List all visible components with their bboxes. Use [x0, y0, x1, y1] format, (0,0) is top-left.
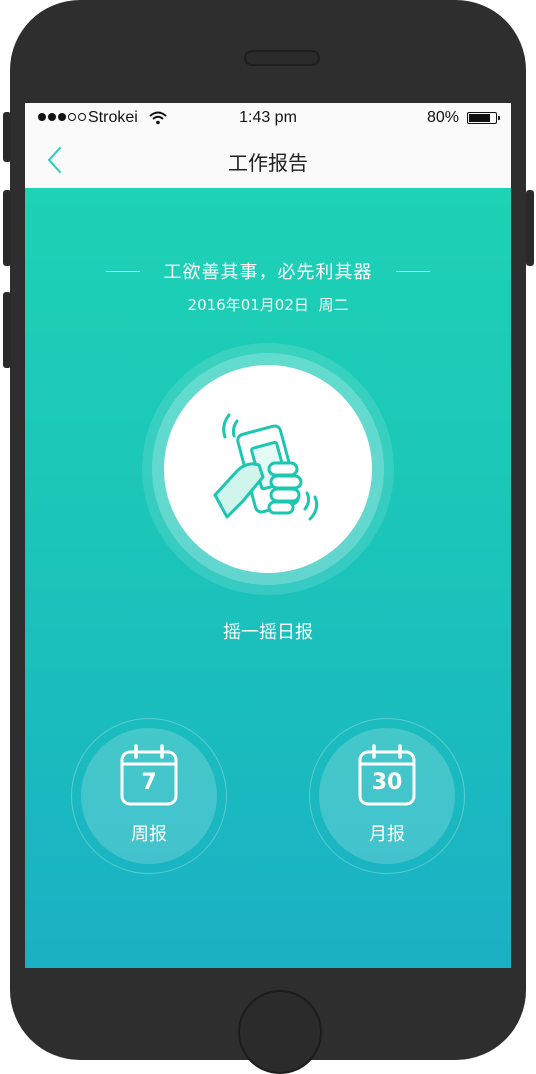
- shake-label: 摇一摇日报: [223, 622, 313, 643]
- navigation-bar: 工作报告: [25, 133, 511, 188]
- weekly-report-label: 周报: [131, 824, 167, 845]
- weekday-text: 周二: [318, 296, 349, 314]
- slogan-left-divider: [106, 271, 140, 272]
- home-button[interactable]: [238, 990, 322, 1074]
- date-display: 2016年01月02日 周二: [25, 294, 511, 315]
- battery-percentage: 80%: [426, 109, 459, 126]
- volume-down-button: [3, 292, 11, 368]
- shake-button[interactable]: [142, 343, 394, 595]
- weekly-report-button[interactable]: 7 周报: [71, 718, 227, 874]
- page-title: 工作报告: [228, 151, 308, 175]
- main-content: 工欲善其事，必先利其器 2016年01月02日 周二 摇一摇日报 7 周报 30…: [25, 188, 511, 968]
- earpiece-speaker: [244, 50, 320, 66]
- slogan-row: 工欲善其事，必先利其器: [25, 258, 511, 284]
- monthly-report-button[interactable]: 30 月报: [309, 718, 465, 874]
- status-bar: Strokei 1:43 pm 80%: [25, 103, 511, 133]
- monthly-report-label: 月报: [369, 824, 405, 845]
- volume-up-button: [3, 190, 11, 266]
- slogan-text: 工欲善其事，必先利其器: [163, 262, 373, 283]
- weekly-report-days: 7: [141, 770, 157, 795]
- battery-icon: [467, 112, 500, 124]
- shake-phone-icon: [213, 413, 319, 521]
- mute-switch: [3, 112, 11, 162]
- power-button: [526, 190, 534, 266]
- slogan-right-divider: [396, 271, 430, 272]
- shake-button-face: [164, 365, 372, 573]
- monthly-report-days: 30: [371, 770, 403, 795]
- date-text: 2016年01月02日: [187, 296, 309, 314]
- screen: Strokei 1:43 pm 80% 工作报告 工欲善其事，必先利其器 201…: [25, 103, 511, 968]
